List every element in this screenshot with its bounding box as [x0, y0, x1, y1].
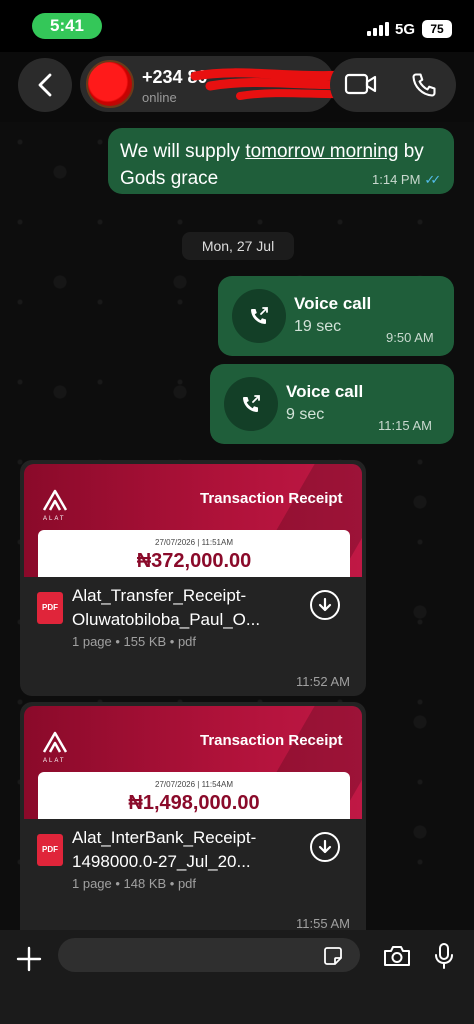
chat-area[interactable]: We will supply tomorrow morning by Gods …: [0, 122, 474, 930]
receipt-title: Transaction Receipt: [200, 490, 343, 507]
call-time: 9:50 AM: [386, 330, 434, 345]
chat-header: +234 80 online: [0, 52, 474, 122]
alat-logo: [42, 489, 68, 511]
mic-icon[interactable]: [434, 942, 454, 970]
network-type: 5G: [395, 21, 416, 38]
voice-call-bubble[interactable]: Voice call 19 sec 9:50 AM: [218, 276, 454, 356]
download-button[interactable]: [310, 590, 340, 620]
receipt-amount: ₦1,498,000.00: [128, 792, 260, 814]
status-bar: 5:41 5G 75: [0, 0, 474, 52]
pdf-icon: PDF: [37, 592, 63, 624]
back-icon: [38, 73, 52, 97]
status-time: 5:41: [32, 13, 102, 39]
battery-indicator: 75: [422, 20, 452, 38]
voice-call-icon: [232, 289, 286, 343]
call-actions: [330, 58, 456, 112]
file-info: 1 page • 148 KB • pdf: [72, 876, 197, 891]
call-duration: 9 sec: [286, 406, 325, 423]
outgoing-text-message[interactable]: We will supply tomorrow morning by Gods …: [108, 128, 454, 194]
sticker-icon[interactable]: [322, 945, 344, 967]
receipt-amount: ₦372,000.00: [136, 550, 252, 572]
call-time: 11:15 AM: [378, 418, 432, 433]
receipt-preview[interactable]: ALAT Transaction Receipt 27/07/2026 | 11…: [24, 706, 362, 819]
message-input[interactable]: [58, 938, 360, 972]
phone-icon[interactable]: [410, 71, 438, 99]
pdf-icon: PDF: [37, 834, 63, 866]
signal-icon: [367, 22, 389, 36]
plus-icon[interactable]: [16, 946, 42, 972]
receipt-date: 27/07/2026 | 11:54AM: [155, 780, 233, 789]
read-ticks-icon: ✓✓: [424, 172, 441, 187]
file-name: Alat_Transfer_Receipt-Oluwatobiloba_Paul…: [72, 586, 261, 629]
document-message[interactable]: ALAT Transaction Receipt 27/07/2026 | 11…: [20, 702, 366, 930]
receipt-card: 27/07/2026 | 11:51AM ₦372,000.00: [38, 530, 350, 577]
download-button[interactable]: [310, 832, 340, 862]
call-title: Voice call: [286, 382, 364, 401]
camera-icon[interactable]: [382, 944, 412, 968]
voice-call-icon: [224, 377, 278, 431]
download-icon: [318, 839, 332, 854]
file-name: Alat_InterBank_Receipt-1498000.0-27_Jul_…: [72, 828, 257, 871]
back-button[interactable]: [18, 58, 72, 112]
receipt-title: Transaction Receipt: [200, 732, 343, 749]
receipt-date: 27/07/2026 | 11:51AM: [155, 538, 233, 547]
contact-status: online: [142, 90, 177, 105]
message-time: 11:52 AM: [296, 674, 350, 689]
alat-wordmark: ALAT: [43, 516, 66, 522]
message-text-part: We will supply: [120, 141, 246, 162]
call-title: Voice call: [294, 294, 372, 313]
receipt-card: 27/07/2026 | 11:54AM ₦1,498,000.00: [38, 772, 350, 819]
voice-call-bubble[interactable]: Voice call 9 sec 11:15 AM: [210, 364, 454, 444]
message-time: 1:14 PM: [372, 172, 421, 187]
message-meta: 1:14 PM ✓✓: [372, 172, 441, 188]
contact-info[interactable]: +234 80 online: [80, 56, 400, 112]
document-message[interactable]: ALAT Transaction Receipt 27/07/2026 | 11…: [20, 460, 366, 696]
message-time: 11:55 AM: [296, 916, 350, 930]
receipt-preview[interactable]: ALAT Transaction Receipt 27/07/2026 | 11…: [24, 464, 362, 577]
download-icon: [318, 597, 332, 612]
call-duration: 19 sec: [294, 318, 342, 335]
date-separator: Mon, 27 Jul: [182, 232, 294, 260]
alat-wordmark: ALAT: [43, 758, 66, 764]
input-bar: [0, 930, 474, 1024]
video-call-icon[interactable]: [344, 70, 378, 98]
avatar[interactable]: [86, 60, 134, 108]
message-date-link[interactable]: tomorrow morning: [245, 141, 398, 162]
alat-logo: [42, 731, 68, 753]
file-info: 1 page • 155 KB • pdf: [72, 634, 197, 649]
